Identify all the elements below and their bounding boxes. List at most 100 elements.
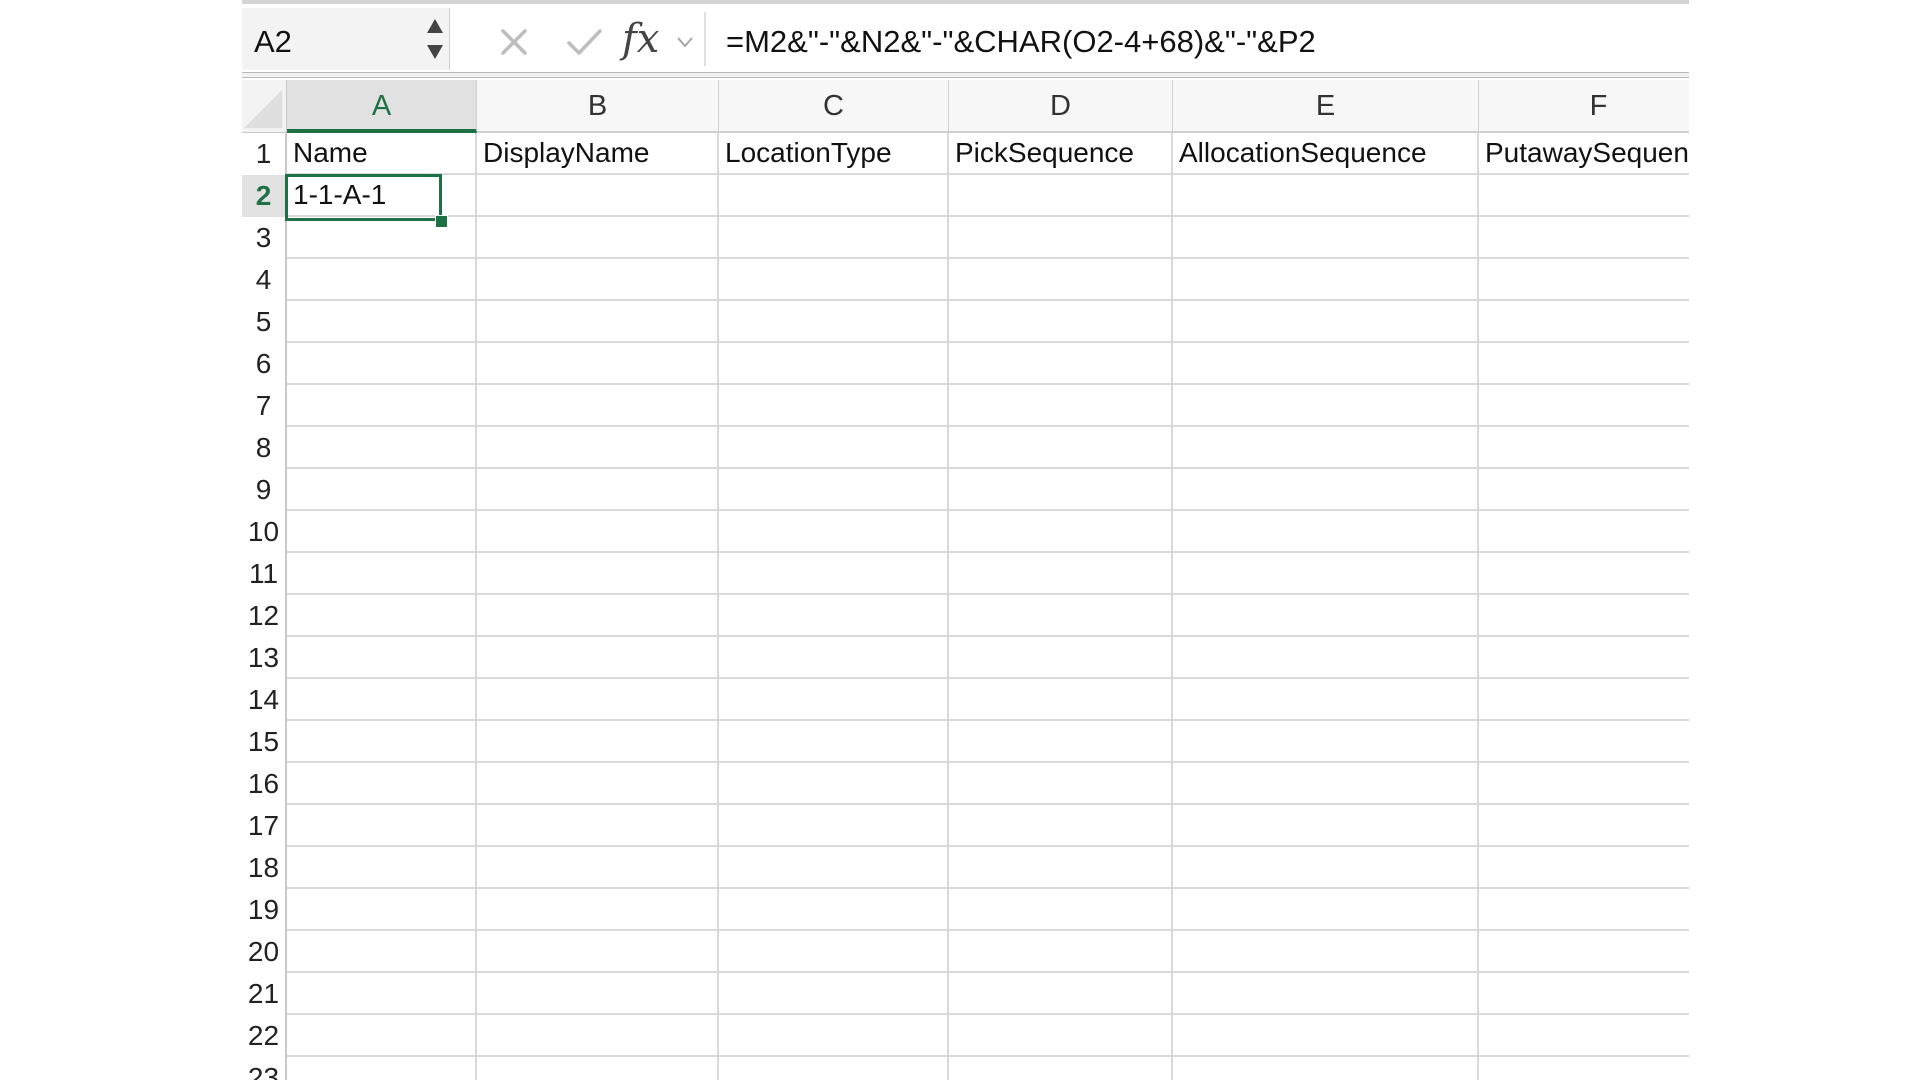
cell-a1[interactable]: Name xyxy=(287,133,477,175)
formula-input[interactable]: =M2&"-"&N2&"-"&CHAR(O2-4+68)&"-"&P2 xyxy=(704,12,1689,66)
cell-d18[interactable] xyxy=(949,847,1173,889)
cell-e7[interactable] xyxy=(1173,385,1479,427)
cell-a15[interactable] xyxy=(287,721,477,763)
cell-b3[interactable] xyxy=(477,217,719,259)
cell-d7[interactable] xyxy=(949,385,1173,427)
cell-f10[interactable] xyxy=(1479,511,1689,553)
cell-f12[interactable] xyxy=(1479,595,1689,637)
cell-c23[interactable] xyxy=(719,1057,949,1080)
cell-f23[interactable] xyxy=(1479,1057,1689,1080)
cell-e6[interactable] xyxy=(1173,343,1479,385)
cell-c12[interactable] xyxy=(719,595,949,637)
cell-f21[interactable] xyxy=(1479,973,1689,1015)
cell-b14[interactable] xyxy=(477,679,719,721)
cell-e11[interactable] xyxy=(1173,553,1479,595)
cell-a18[interactable] xyxy=(287,847,477,889)
cell-d2[interactable] xyxy=(949,175,1173,217)
cell-b10[interactable] xyxy=(477,511,719,553)
fx-icon[interactable]: fx xyxy=(622,17,659,61)
cell-a20[interactable] xyxy=(287,931,477,973)
row-header-8[interactable]: 8 xyxy=(242,427,287,469)
name-box[interactable]: A2 xyxy=(242,8,450,70)
cell-f4[interactable] xyxy=(1479,259,1689,301)
cell-c2[interactable] xyxy=(719,175,949,217)
cell-c17[interactable] xyxy=(719,805,949,847)
cell-e23[interactable] xyxy=(1173,1057,1479,1080)
row-header-3[interactable]: 3 xyxy=(242,217,287,259)
cell-c5[interactable] xyxy=(719,301,949,343)
cell-d12[interactable] xyxy=(949,595,1173,637)
cell-f18[interactable] xyxy=(1479,847,1689,889)
cell-a4[interactable] xyxy=(287,259,477,301)
row-header-5[interactable]: 5 xyxy=(242,301,287,343)
column-header-f[interactable]: F xyxy=(1479,80,1689,133)
cell-d8[interactable] xyxy=(949,427,1173,469)
chevron-down-icon[interactable] xyxy=(675,32,695,52)
column-header-a[interactable]: A xyxy=(287,80,477,133)
cell-f11[interactable] xyxy=(1479,553,1689,595)
cell-f15[interactable] xyxy=(1479,721,1689,763)
cell-b4[interactable] xyxy=(477,259,719,301)
cell-b17[interactable] xyxy=(477,805,719,847)
cell-c9[interactable] xyxy=(719,469,949,511)
cell-e5[interactable] xyxy=(1173,301,1479,343)
cell-d4[interactable] xyxy=(949,259,1173,301)
checkmark-icon[interactable] xyxy=(564,22,604,62)
column-header-c[interactable]: C xyxy=(719,80,949,133)
cell-b15[interactable] xyxy=(477,721,719,763)
cell-a3[interactable] xyxy=(287,217,477,259)
row-header-16[interactable]: 16 xyxy=(242,763,287,805)
cell-e22[interactable] xyxy=(1173,1015,1479,1057)
row-header-9[interactable]: 9 xyxy=(242,469,287,511)
stepper-up-icon[interactable] xyxy=(427,19,443,33)
row-header-21[interactable]: 21 xyxy=(242,973,287,1015)
cell-d21[interactable] xyxy=(949,973,1173,1015)
row-header-1[interactable]: 1 xyxy=(242,133,287,175)
row-header-22[interactable]: 22 xyxy=(242,1015,287,1057)
cell-f2[interactable] xyxy=(1479,175,1689,217)
cell-b9[interactable] xyxy=(477,469,719,511)
cell-b23[interactable] xyxy=(477,1057,719,1080)
cell-f6[interactable] xyxy=(1479,343,1689,385)
cell-d6[interactable] xyxy=(949,343,1173,385)
cell-c22[interactable] xyxy=(719,1015,949,1057)
row-header-10[interactable]: 10 xyxy=(242,511,287,553)
cell-d20[interactable] xyxy=(949,931,1173,973)
cell-c19[interactable] xyxy=(719,889,949,931)
cell-d23[interactable] xyxy=(949,1057,1173,1080)
cell-e19[interactable] xyxy=(1173,889,1479,931)
row-header-14[interactable]: 14 xyxy=(242,679,287,721)
close-icon[interactable] xyxy=(494,22,534,62)
cell-f8[interactable] xyxy=(1479,427,1689,469)
cell-a10[interactable] xyxy=(287,511,477,553)
cell-f7[interactable] xyxy=(1479,385,1689,427)
cell-a5[interactable] xyxy=(287,301,477,343)
cell-b2[interactable] xyxy=(477,175,719,217)
cell-a13[interactable] xyxy=(287,637,477,679)
select-all-button[interactable] xyxy=(242,80,287,133)
cell-f9[interactable] xyxy=(1479,469,1689,511)
row-header-15[interactable]: 15 xyxy=(242,721,287,763)
cell-a11[interactable] xyxy=(287,553,477,595)
column-header-b[interactable]: B xyxy=(477,80,719,133)
column-header-e[interactable]: E xyxy=(1173,80,1479,133)
cell-b13[interactable] xyxy=(477,637,719,679)
cell-b19[interactable] xyxy=(477,889,719,931)
cell-b20[interactable] xyxy=(477,931,719,973)
cell-c16[interactable] xyxy=(719,763,949,805)
cell-e1[interactable]: AllocationSequence xyxy=(1173,133,1479,175)
name-box-stepper[interactable] xyxy=(423,12,447,66)
cell-e2[interactable] xyxy=(1173,175,1479,217)
row-header-13[interactable]: 13 xyxy=(242,637,287,679)
cell-b8[interactable] xyxy=(477,427,719,469)
cell-b11[interactable] xyxy=(477,553,719,595)
cell-b16[interactable] xyxy=(477,763,719,805)
cell-a17[interactable] xyxy=(287,805,477,847)
cell-e9[interactable] xyxy=(1173,469,1479,511)
cell-d17[interactable] xyxy=(949,805,1173,847)
cell-d16[interactable] xyxy=(949,763,1173,805)
cell-a12[interactable] xyxy=(287,595,477,637)
cell-d11[interactable] xyxy=(949,553,1173,595)
cell-a6[interactable] xyxy=(287,343,477,385)
cell-a14[interactable] xyxy=(287,679,477,721)
